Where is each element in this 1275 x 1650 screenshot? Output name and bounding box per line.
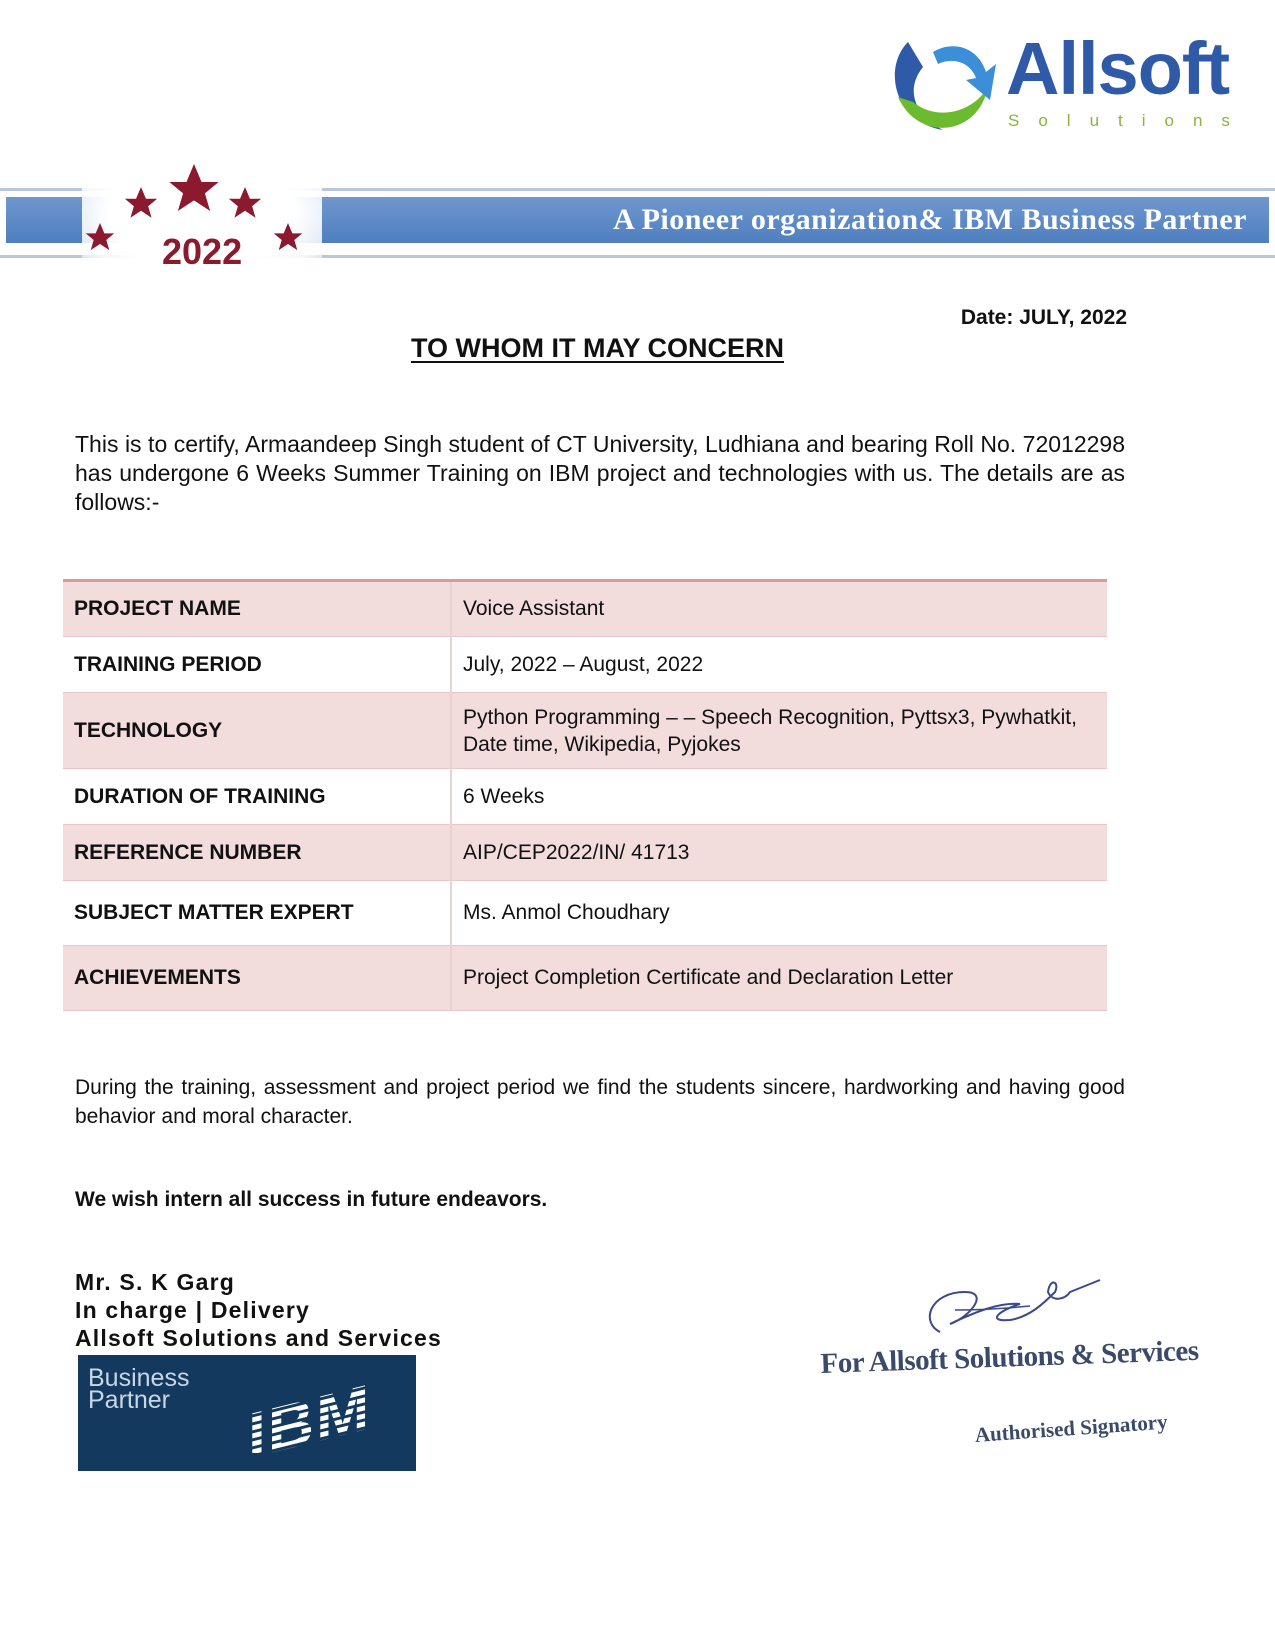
row-label: SUBJECT MATTER EXPERT xyxy=(63,880,452,946)
year-badge: 2022 xyxy=(82,150,322,280)
row-label: TECHNOLOGY xyxy=(63,692,452,769)
table-row: DURATION OF TRAINING 6 Weeks xyxy=(63,768,1107,825)
signatory-company: Allsoft Solutions and Services xyxy=(75,1325,443,1351)
table-row: REFERENCE NUMBER AIP/CEP2022/IN/ 41713 xyxy=(63,824,1107,881)
table-row: ACHIEVEMENTS Project Completion Certific… xyxy=(63,945,1107,1011)
stamp-authorised-signatory: Authorised Signatory xyxy=(974,1409,1169,1447)
signatory-role: In charge | Delivery xyxy=(75,1297,310,1323)
row-label: ACHIEVEMENTS xyxy=(63,945,452,1011)
allsoft-swirl-icon xyxy=(894,42,996,130)
row-label: DURATION OF TRAINING xyxy=(63,768,452,825)
document-title: TO WHOM IT MAY CONCERN xyxy=(410,333,785,363)
ibm-business-partner-badge: Business Partner IBM xyxy=(78,1355,416,1471)
table-row: TECHNOLOGY Python Programming – – Speech… xyxy=(63,692,1107,769)
table-row: TRAINING PERIOD July, 2022 – August, 202… xyxy=(63,636,1107,693)
row-value: Project Completion Certificate and Decla… xyxy=(451,945,1107,1011)
allsoft-logo: Allsoft Solutions xyxy=(878,22,1230,142)
row-label: PROJECT NAME xyxy=(63,580,452,637)
row-label: TRAINING PERIOD xyxy=(63,636,452,693)
wish-line: We wish intern all success in future end… xyxy=(75,1188,548,1211)
details-table: PROJECT NAME Voice Assistant TRAINING PE… xyxy=(63,579,1107,1011)
signatory-name: Mr. S. K Garg xyxy=(75,1269,236,1295)
table-row: PROJECT NAME Voice Assistant xyxy=(63,580,1107,637)
row-value: Voice Assistant xyxy=(451,580,1107,637)
row-value: 6 Weeks xyxy=(451,768,1107,825)
badge-year: 2022 xyxy=(162,231,243,272)
closing-paragraph: During the training, assessment and proj… xyxy=(75,1076,1125,1128)
ibm-badge-text: Business Partner xyxy=(88,1366,189,1414)
stamp-company: For Allsoft Solutions & Services xyxy=(820,1334,1200,1380)
intro-paragraph: This is to certify, Armaandeep Singh stu… xyxy=(75,431,1125,515)
table-row: SUBJECT MATTER EXPERT Ms. Anmol Choudhar… xyxy=(63,880,1107,946)
ibm-logo-text: IBM xyxy=(248,1373,371,1453)
signatory-block: Mr. S. K Garg In charge | Delivery Allso… xyxy=(75,1268,442,1352)
row-value: July, 2022 – August, 2022 xyxy=(451,636,1107,693)
row-label: REFERENCE NUMBER xyxy=(63,824,452,881)
ibm-badge-line2: Partner xyxy=(88,1386,170,1414)
banner-text: A Pioneer organization& IBM Business Par… xyxy=(613,203,1247,236)
row-value: Ms. Anmol Choudhary xyxy=(451,880,1107,946)
logo-tagline: Solutions xyxy=(1008,111,1249,130)
logo-name: Allsoft xyxy=(1006,27,1230,110)
ibm-logo-icon: IBM xyxy=(248,1373,371,1453)
row-value: Python Programming – – Speech Recognitio… xyxy=(451,692,1107,769)
row-value: AIP/CEP2022/IN/ 41713 xyxy=(451,824,1107,881)
document-date: Date: JULY, 2022 xyxy=(960,306,1127,329)
